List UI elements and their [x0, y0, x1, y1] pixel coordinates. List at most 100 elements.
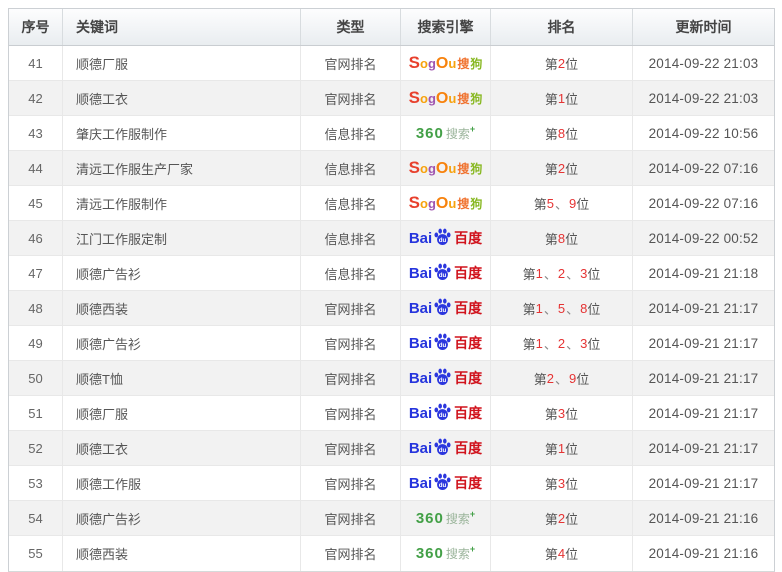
keyword-cell: 顺德广告衫 — [63, 501, 301, 536]
table-row: 47 顺德广告衫 信息排名 Baidu百度 第1、2、3位 2014-09-21… — [9, 256, 774, 291]
rank-prefix: 第 — [545, 159, 558, 178]
rank-suffix: 位 — [565, 439, 578, 458]
rank-number: 1 — [536, 301, 543, 316]
table-row: 46 江门工作服定制 信息排名 Baidu百度 第8位 2014-09-22 0… — [9, 221, 774, 256]
row-index: 45 — [9, 186, 63, 221]
rank-prefix: 第 — [545, 54, 558, 73]
logo-text: O — [436, 91, 448, 107]
engine-cell: SogOu搜狗 — [401, 151, 491, 186]
rank-cell: 第2位 — [491, 46, 633, 81]
logo-text: 百度 — [454, 371, 482, 385]
rank-number: 9 — [569, 371, 576, 386]
logo-text: g — [428, 57, 436, 70]
column-header-index: 序号 — [9, 9, 63, 45]
logo-text: 狗 — [470, 163, 482, 175]
engine-cell: 360搜索+ — [401, 501, 491, 536]
logo-text: 狗 — [470, 93, 482, 105]
engine-cell: 360搜索+ — [401, 116, 491, 151]
rank-cell: 第8位 — [491, 221, 633, 256]
rank-suffix: 位 — [565, 124, 578, 143]
svg-text:du: du — [439, 271, 447, 278]
rank-prefix: 第 — [545, 509, 558, 528]
rank-cell: 第2、9位 — [491, 361, 633, 396]
logo-text: O — [436, 161, 448, 177]
logo-text: O — [436, 196, 448, 212]
logo-text: 搜索 — [446, 128, 470, 140]
rank-prefix: 第 — [545, 229, 558, 248]
row-index: 54 — [9, 501, 63, 536]
type-cell: 信息排名 — [301, 116, 401, 151]
type-cell: 官网排名 — [301, 361, 401, 396]
svg-text:du: du — [439, 376, 447, 383]
column-header-engine: 搜索引擎 — [401, 9, 491, 45]
baidu-logo: Baidu百度 — [409, 440, 482, 457]
keyword-cell: 顺德厂服 — [63, 396, 301, 431]
updated-time-cell: 2014-09-22 00:52 — [633, 221, 774, 256]
type-cell: 官网排名 — [301, 81, 401, 116]
rank-cell: 第5、9位 — [491, 186, 633, 221]
logo-text: S — [409, 89, 420, 106]
rank-suffix: 位 — [565, 54, 578, 73]
updated-time-cell: 2014-09-21 21:17 — [633, 361, 774, 396]
type-cell: 官网排名 — [301, 431, 401, 466]
rank-suffix: 位 — [587, 334, 600, 353]
logo-text: 搜 — [457, 198, 469, 210]
rank-cell: 第1、2、3位 — [491, 326, 633, 361]
ranking-table-body: 41 顺德厂服 官网排名 SogOu搜狗 第2位 2014-09-22 21:0… — [9, 46, 774, 571]
type-cell: 信息排名 — [301, 186, 401, 221]
sogou-logo: SogOu搜狗 — [409, 54, 483, 72]
table-header-row: 序号关键词类型搜索引擎排名更新时间 — [9, 9, 774, 46]
rank-number: 3 — [558, 406, 565, 421]
rank-separator: 、 — [566, 299, 579, 318]
baidu-paw-icon: du — [433, 368, 452, 385]
logo-text: 搜 — [457, 93, 469, 105]
baidu-logo: Baidu百度 — [409, 300, 482, 317]
rank-suffix: 位 — [587, 299, 600, 318]
svg-text:du: du — [439, 446, 447, 453]
keyword-cell: 顺德T恤 — [63, 361, 301, 396]
rank-prefix: 第 — [545, 439, 558, 458]
engine-cell: 360搜索+ — [401, 536, 491, 571]
logo-text: Bai — [409, 336, 432, 351]
logo-text: u — [448, 92, 456, 105]
logo-text: g — [428, 92, 436, 105]
logo-text: o — [420, 57, 428, 70]
keyword-cell: 顺德广告衫 — [63, 256, 301, 291]
logo-text: o — [420, 162, 428, 175]
updated-time-cell: 2014-09-21 21:17 — [633, 291, 774, 326]
updated-time-cell: 2014-09-22 07:16 — [633, 186, 774, 221]
rank-number: 8 — [558, 126, 565, 141]
keyword-cell: 清远工作服生产厂家 — [63, 151, 301, 186]
baidu-logo: Baidu百度 — [409, 405, 482, 422]
rank-separator: 、 — [566, 264, 579, 283]
rank-number: 2 — [558, 56, 565, 71]
rank-suffix: 位 — [565, 159, 578, 178]
rank-separator: 、 — [544, 264, 557, 283]
type-cell: 信息排名 — [301, 256, 401, 291]
type-cell: 信息排名 — [301, 221, 401, 256]
logo-text: 百度 — [454, 231, 482, 245]
rank-number: 3 — [580, 266, 587, 281]
updated-time-cell: 2014-09-22 21:03 — [633, 81, 774, 116]
rank-separator: 、 — [544, 299, 557, 318]
row-index: 44 — [9, 151, 63, 186]
logo-text: g — [428, 197, 436, 210]
baidu-logo: Baidu百度 — [409, 265, 482, 282]
keyword-cell: 顺德厂服 — [63, 46, 301, 81]
logo-text: Bai — [409, 441, 432, 456]
rank-prefix: 第 — [545, 89, 558, 108]
logo-text: 狗 — [470, 58, 482, 70]
rank-suffix: 位 — [565, 474, 578, 493]
rank-separator: 、 — [544, 334, 557, 353]
logo-text: + — [470, 545, 475, 554]
row-index: 47 — [9, 256, 63, 291]
engine-cell: Baidu百度 — [401, 221, 491, 256]
rank-number: 8 — [558, 231, 565, 246]
logo-text: 搜索 — [446, 548, 470, 560]
rank-prefix: 第 — [523, 264, 536, 283]
engine-cell: SogOu搜狗 — [401, 81, 491, 116]
rank-number: 5 — [547, 196, 554, 211]
svg-text:du: du — [439, 341, 447, 348]
column-header-type: 类型 — [301, 9, 401, 45]
logo-text: 搜索 — [446, 513, 470, 525]
